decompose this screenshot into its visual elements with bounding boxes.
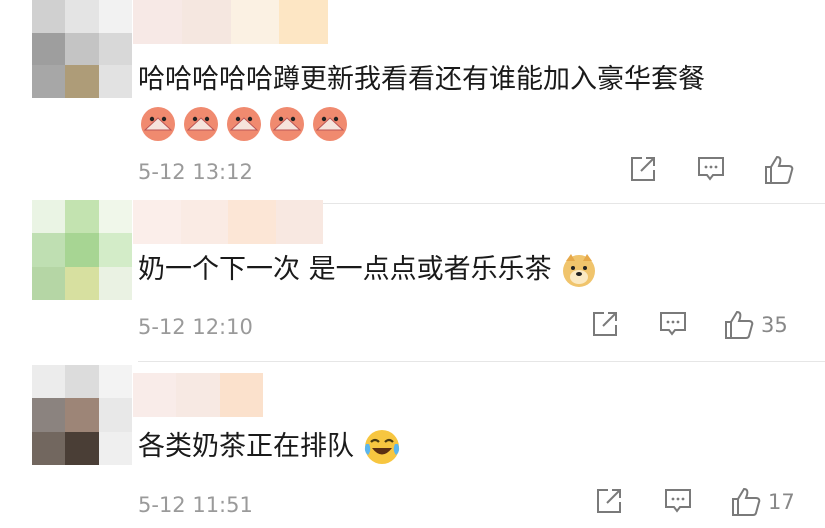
reply-button[interactable]	[663, 486, 693, 516]
comment-text: 奶一个下一次 是一点点或者乐乐茶	[138, 251, 598, 289]
avatar[interactable]	[32, 0, 132, 98]
username-blurred[interactable]	[133, 373, 263, 417]
username-blurred[interactable]	[133, 200, 323, 244]
shrimp-fan-emoji	[313, 107, 347, 141]
comment-actions	[620, 154, 810, 190]
comment-actions: 35	[580, 309, 810, 345]
share-button[interactable]	[628, 154, 658, 184]
emoji-row	[138, 104, 350, 144]
share-button[interactable]	[594, 486, 624, 516]
comment-icon	[698, 157, 724, 181]
comment-text: 哈哈哈哈哈蹲更新我看看还有谁能加入豪华套餐	[138, 64, 705, 95]
timestamp: 5-12 11:51	[138, 493, 253, 517]
timestamp: 5-12 12:10	[138, 315, 253, 339]
like-icon	[732, 487, 761, 516]
share-icon	[593, 312, 617, 336]
username-blurred[interactable]	[133, 0, 328, 44]
doge-emoji	[562, 254, 595, 287]
like-button[interactable]: 35	[723, 309, 788, 341]
divider	[138, 361, 825, 362]
share-button[interactable]	[590, 309, 620, 339]
shrimp-fan-emoji	[184, 107, 218, 141]
timestamp: 5-12 13:12	[138, 160, 253, 184]
like-icon	[765, 155, 794, 184]
comment-actions: 17	[580, 486, 810, 522]
comment-text: 各类奶茶正在排队	[138, 427, 402, 467]
avatar[interactable]	[32, 365, 132, 465]
comment-icon	[665, 489, 691, 513]
like-button[interactable]: 17	[730, 486, 795, 518]
share-icon	[631, 157, 655, 181]
like-icon	[725, 310, 754, 339]
reply-button[interactable]	[696, 154, 726, 184]
avatar[interactable]	[32, 200, 132, 300]
comment-text-content: 奶一个下一次 是一点点或者乐乐茶	[138, 254, 552, 285]
shrimp-fan-emoji	[141, 107, 175, 141]
comment-text-content: 各类奶茶正在排队	[138, 431, 354, 462]
like-button[interactable]	[763, 154, 801, 186]
laugh-cry-emoji	[364, 430, 400, 464]
shrimp-fan-emoji	[270, 107, 304, 141]
comment-icon	[660, 312, 686, 336]
like-count: 17	[768, 490, 795, 514]
share-icon	[597, 489, 621, 513]
shrimp-fan-emoji	[227, 107, 261, 141]
reply-button[interactable]	[658, 309, 688, 339]
like-count: 35	[761, 313, 788, 337]
